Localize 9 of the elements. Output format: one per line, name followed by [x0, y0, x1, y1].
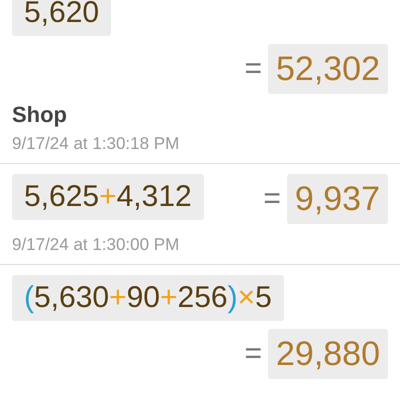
expression[interactable]: (5,630+90+256)×5	[12, 275, 284, 321]
entry-date: 9/17/24 at 1:30:18 PM	[12, 133, 180, 155]
expression[interactable]: 5,625+4,312	[12, 174, 204, 220]
entry-date: 9/17/24 at 1:30:00 PM	[12, 234, 180, 256]
equals-sign: =	[263, 181, 281, 217]
entry-label: Shop	[12, 102, 68, 128]
equals-sign: =	[244, 51, 262, 87]
equals-sign: =	[244, 336, 262, 372]
expression[interactable]: 5,620	[12, 0, 112, 36]
